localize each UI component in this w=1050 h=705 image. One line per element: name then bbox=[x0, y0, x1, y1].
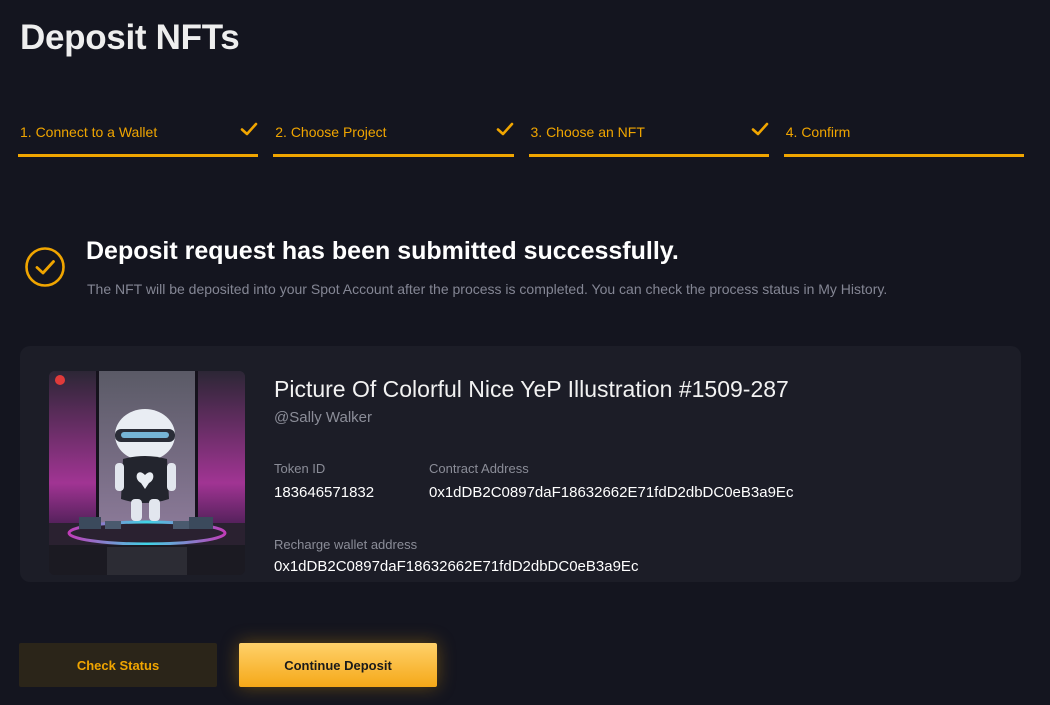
success-title: Deposit request has been submitted succe… bbox=[86, 237, 679, 265]
contract-address-value: 0x1dDB2C0897daF18632662E71fdD2dbDC0eB3a9… bbox=[429, 484, 794, 501]
check-status-button[interactable]: Check Status bbox=[19, 643, 217, 687]
check-icon bbox=[751, 122, 769, 136]
step-choose-project: 2. Choose Project bbox=[273, 120, 514, 157]
nft-creator: @Sally Walker bbox=[274, 409, 373, 426]
check-circle-icon bbox=[25, 247, 65, 287]
page-title: Deposit NFTs bbox=[20, 18, 240, 57]
step-label: 2. Choose Project bbox=[275, 124, 387, 140]
check-icon bbox=[240, 122, 258, 136]
token-id-label: Token ID bbox=[274, 461, 326, 476]
check-icon bbox=[496, 122, 513, 136]
contract-address-label: Contract Address bbox=[429, 461, 529, 476]
step-connect-wallet: 1. Connect to a Wallet bbox=[18, 120, 259, 157]
deposit-nfts-page: Deposit NFTs 1. Connect to a Wallet 2. C… bbox=[0, 0, 1050, 705]
step-choose-nft: 3. Choose an NFT bbox=[528, 120, 769, 157]
stepper: 1. Connect to a Wallet 2. Choose Project… bbox=[18, 120, 1024, 157]
nft-artwork bbox=[49, 371, 245, 575]
nft-image bbox=[49, 371, 245, 575]
step-label: 3. Choose an NFT bbox=[530, 124, 645, 140]
success-description: The NFT will be deposited into your Spot… bbox=[87, 281, 888, 297]
nft-name: Picture Of Colorful Nice YeP Illustratio… bbox=[274, 376, 789, 402]
nft-card: Picture Of Colorful Nice YeP Illustratio… bbox=[20, 346, 1021, 582]
step-label: 1. Connect to a Wallet bbox=[20, 124, 158, 140]
continue-deposit-button[interactable]: Continue Deposit bbox=[239, 643, 437, 687]
step-label: 4. Confirm bbox=[785, 124, 851, 140]
recharge-wallet-value: 0x1dDB2C0897daF18632662E71fdD2dbDC0eB3a9… bbox=[274, 558, 639, 575]
token-id-value: 183646571832 bbox=[274, 484, 375, 501]
step-confirm: 4. Confirm bbox=[783, 120, 1024, 157]
recharge-wallet-label: Recharge wallet address bbox=[274, 537, 418, 552]
